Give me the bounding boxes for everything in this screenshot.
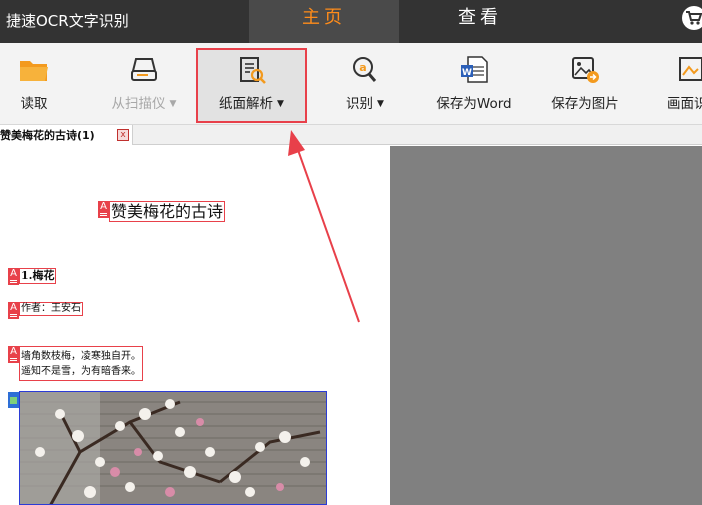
text-region-marker-icon[interactable]: A bbox=[8, 302, 19, 319]
preview-pane bbox=[390, 146, 702, 505]
plum-blossom-photo bbox=[20, 392, 326, 504]
document-tab-label: 赞美梅花的古诗(1) bbox=[0, 129, 95, 142]
text-region-marker-icon[interactable]: A bbox=[8, 346, 19, 363]
paper-parse-button[interactable]: 纸面解析 ▼ bbox=[196, 48, 307, 123]
tab-home[interactable]: 主页 bbox=[249, 0, 399, 43]
word-document-icon: W bbox=[461, 56, 488, 83]
screen-capture-button[interactable]: 画面识 bbox=[664, 43, 702, 125]
document-search-icon bbox=[239, 57, 266, 84]
screen-capture-label: 画面识 bbox=[667, 96, 702, 112]
title-bar: 捷速OCR文字识别 主页 查看 bbox=[0, 0, 702, 43]
read-label: 读取 bbox=[20, 96, 48, 112]
save-word-label: 保存为Word bbox=[436, 96, 512, 112]
document-tab-strip: 赞美梅花的古诗(1) x bbox=[0, 125, 702, 145]
scanner-button[interactable]: 从扫描仪 ▼ bbox=[100, 43, 188, 125]
app-title: 捷速OCR文字识别 bbox=[6, 12, 129, 30]
author-line[interactable]: 作者：王安石 bbox=[19, 302, 83, 316]
save-image-button[interactable]: 保存为图片 bbox=[546, 43, 624, 125]
recognize-label: 识别 ▼ bbox=[346, 96, 384, 112]
read-button[interactable]: 读取 bbox=[4, 43, 64, 125]
scanner-icon bbox=[131, 58, 157, 81]
poem-line-2: 遥知不是雪，为有暗香来。 bbox=[21, 366, 141, 377]
toolbar: 读取 从扫描仪 ▼ 纸面解析 ▼ a 识别 ▼ W 保存为Word 保存为图片 … bbox=[0, 43, 702, 125]
image-export-icon bbox=[572, 57, 599, 83]
document-tab[interactable]: 赞美梅花的古诗(1) x bbox=[0, 125, 133, 145]
text-region-marker-icon[interactable]: A bbox=[98, 201, 109, 218]
recognize-magnifier-icon: a bbox=[353, 57, 377, 82]
folder-icon bbox=[20, 61, 48, 81]
svg-text:a: a bbox=[359, 61, 366, 74]
document-title[interactable]: 赞美梅花的古诗 bbox=[109, 201, 226, 222]
section-heading[interactable]: 1.梅花 bbox=[19, 268, 57, 284]
tab-view[interactable]: 查看 bbox=[405, 0, 555, 43]
poem-text-block[interactable]: 墙角数枝梅，凌寒独自开。 遥知不是雪，为有暗香来。 bbox=[19, 346, 143, 381]
scanner-label: 从扫描仪 ▼ bbox=[111, 96, 177, 112]
svg-text:W: W bbox=[462, 68, 472, 78]
close-icon[interactable]: x bbox=[117, 129, 129, 141]
plum-blossom-image[interactable] bbox=[19, 391, 327, 505]
paper-parse-label: 纸面解析 ▼ bbox=[219, 96, 284, 112]
save-image-label: 保存为图片 bbox=[551, 96, 619, 112]
screen-capture-icon bbox=[679, 57, 702, 81]
recognize-button[interactable]: a 识别 ▼ bbox=[333, 43, 397, 125]
text-region-marker-icon[interactable]: A bbox=[8, 268, 19, 285]
poem-line-1: 墙角数枝梅，凌寒独自开。 bbox=[21, 351, 141, 362]
cart-icon[interactable] bbox=[682, 6, 702, 30]
image-region-marker-icon[interactable] bbox=[8, 392, 19, 408]
save-word-button[interactable]: W 保存为Word bbox=[430, 43, 518, 125]
